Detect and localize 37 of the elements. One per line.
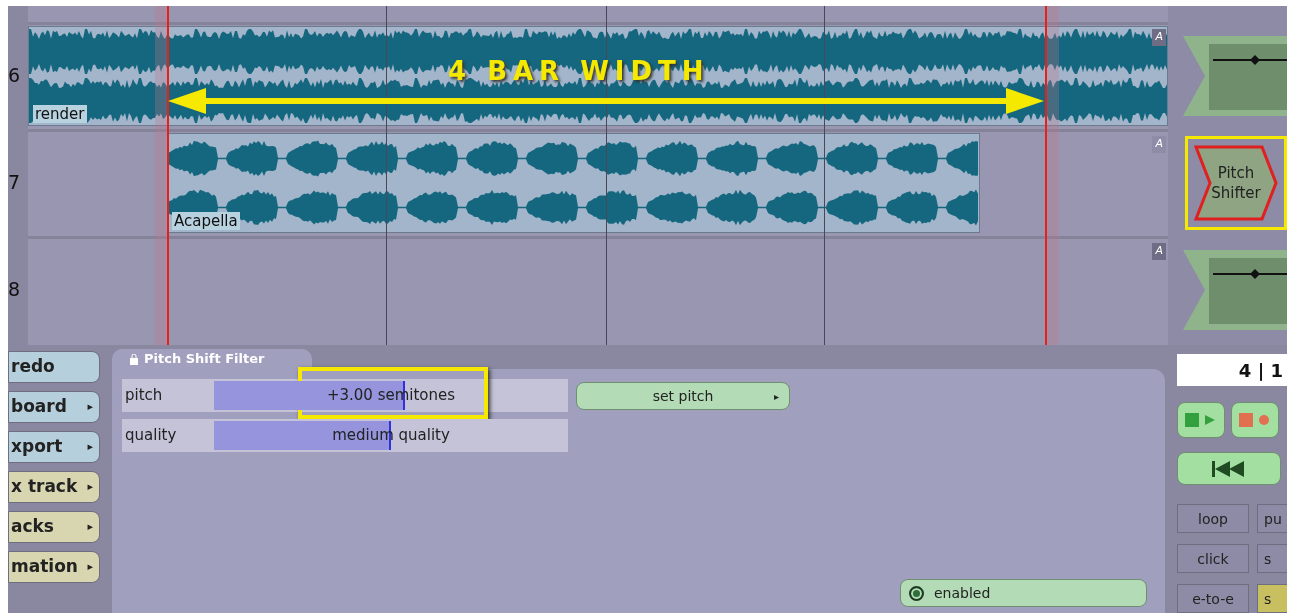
lock-icon — [130, 353, 138, 365]
menu-button[interactable]: xport ▸ — [8, 431, 100, 463]
audio-clip[interactable]: Acapella — [167, 133, 980, 233]
clip-name: Acapella — [172, 212, 240, 230]
track-number: 7 — [8, 170, 21, 196]
track-number: 8 — [8, 277, 21, 303]
set-pitch-button[interactable]: set pitch ▸ — [576, 382, 790, 410]
automation-record-icon — [1239, 412, 1271, 429]
automation-record-button[interactable] — [1231, 402, 1279, 439]
menu-button[interactable]: mation ▸ — [8, 551, 100, 583]
transport-toggle[interactable]: s — [1257, 584, 1287, 613]
menu-button[interactable]: acks ▸ — [8, 511, 100, 543]
transport-toggle[interactable]: loop — [1177, 504, 1249, 533]
parameter-label: quality — [124, 425, 178, 447]
menu-button[interactable]: redo — [8, 351, 100, 383]
track-number: 6 — [8, 63, 21, 89]
transport-toggle[interactable]: s — [1257, 544, 1287, 573]
loop-end-marker[interactable] — [1045, 6, 1047, 345]
transport-toggle[interactable]: click — [1177, 544, 1249, 573]
menu-button[interactable]: board ▸ — [8, 391, 100, 423]
automation-badge[interactable]: A — [1152, 29, 1166, 46]
rewind-icon — [1212, 459, 1246, 478]
pitch-shifter-plugin[interactable]: Pitch Shifter — [1194, 144, 1278, 221]
panel-title: Pitch Shift Filter — [144, 350, 265, 369]
rewind-button[interactable] — [1177, 452, 1281, 485]
menu-button[interactable]: x track ▸ — [8, 471, 100, 503]
parameter-slider[interactable]: medium quality — [214, 421, 568, 450]
position-display: 4 | 1 — [1177, 354, 1287, 387]
transport-toggle[interactable]: e-to-e — [1177, 584, 1249, 613]
clip-name: render — [33, 105, 87, 123]
automation-badge[interactable]: A — [1152, 243, 1166, 260]
automation-play-icon — [1185, 412, 1217, 429]
automation-play-button[interactable] — [1177, 402, 1225, 439]
enabled-toggle[interactable]: enabled — [900, 579, 1147, 607]
transport-toggle[interactable]: pu — [1257, 504, 1287, 533]
parameter-label: pitch — [124, 385, 164, 407]
loop-start-marker[interactable] — [167, 6, 169, 345]
